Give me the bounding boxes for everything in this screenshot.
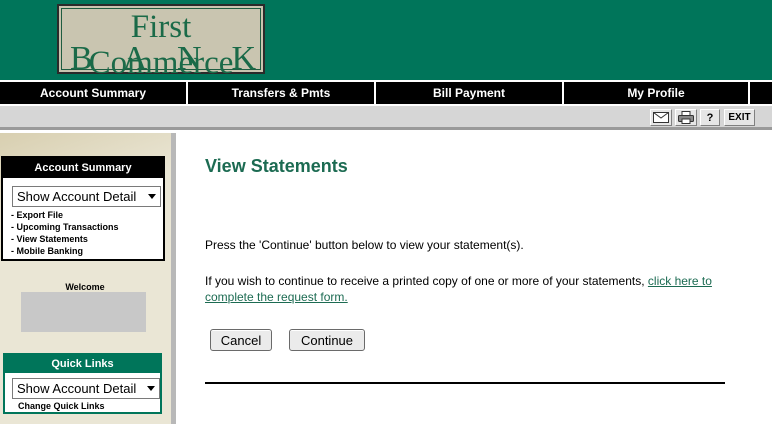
bank-logo[interactable]: First Commerce B A N K [57, 4, 265, 81]
account-links: - Export File - Upcoming Transactions - … [11, 209, 119, 257]
cancel-button[interactable]: Cancel [210, 329, 272, 351]
mail-button[interactable] [650, 109, 672, 126]
logo-letter: K [231, 40, 256, 77]
sidebar: Account Summary Show Account Detail - Ex… [0, 133, 176, 424]
quick-links-title: Quick Links [5, 355, 160, 373]
link-mobile-banking[interactable]: - Mobile Banking [11, 245, 119, 257]
printed-copy-message: If you wish to continue to receive a pri… [205, 274, 648, 288]
link-view-statements[interactable]: - View Statements [11, 233, 119, 245]
logo-text-bank: B A N K [70, 41, 256, 77]
logo-frame: First Commerce B A N K [61, 8, 261, 81]
logo-letter: N [177, 40, 202, 77]
page-title: View Statements [205, 156, 348, 176]
main-content: View Statements Press the 'Continue' but… [181, 133, 772, 424]
welcome-label: Welcome [65, 282, 105, 292]
nav-my-profile[interactable]: My Profile [564, 82, 750, 104]
printer-icon [678, 111, 694, 124]
logo-letter: B [70, 40, 93, 77]
main-nav: Account Summary Transfers & Pmts Bill Pa… [0, 80, 772, 106]
help-button[interactable]: ? [700, 109, 720, 126]
printed-copy-text: If you wish to continue to receive a pri… [205, 273, 735, 305]
account-summary-panel-title: Account Summary [3, 158, 163, 178]
print-button[interactable] [675, 109, 697, 126]
link-change-quick-links[interactable]: Change Quick Links [18, 401, 105, 411]
quick-links-select-value: Show Account Detail [17, 381, 137, 396]
link-export-file[interactable]: - Export File [11, 209, 119, 221]
quick-links-select[interactable]: Show Account Detail [12, 378, 160, 399]
header: First Commerce B A N K [0, 0, 772, 81]
toolbar: ? EXIT [0, 106, 772, 130]
exit-button[interactable]: EXIT [724, 109, 755, 126]
nav-transfers-pmts[interactable]: Transfers & Pmts [188, 82, 376, 104]
link-upcoming-transactions[interactable]: - Upcoming Transactions [11, 221, 119, 233]
chevron-down-icon [148, 194, 156, 199]
nav-bill-payment[interactable]: Bill Payment [376, 82, 564, 104]
account-detail-select[interactable]: Show Account Detail [12, 186, 161, 207]
divider [205, 382, 725, 384]
nav-account-summary[interactable]: Account Summary [0, 82, 188, 104]
account-detail-select-value: Show Account Detail [17, 189, 137, 204]
quick-links-panel: Quick Links Show Account Detail Change Q… [3, 353, 162, 414]
logo-letter: A [122, 40, 148, 77]
welcome-placeholder-box [21, 292, 146, 332]
account-summary-panel: Account Summary Show Account Detail - Ex… [1, 156, 165, 261]
continue-button[interactable]: Continue [289, 329, 365, 351]
chevron-down-icon [147, 386, 155, 391]
instruction-text: Press the 'Continue' button below to vie… [205, 238, 524, 252]
envelope-icon [653, 112, 669, 123]
